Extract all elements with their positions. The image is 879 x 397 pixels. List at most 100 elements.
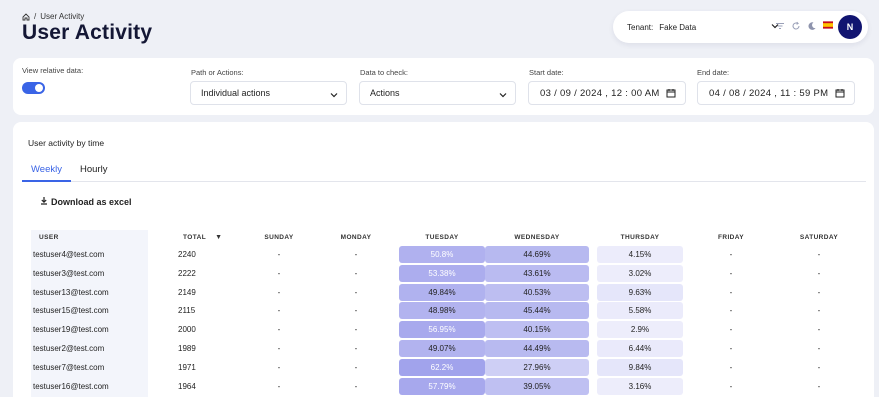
table-row: testuser4@test.com 2240 - - 50.8% 44.69% 4.15%…	[13, 246, 874, 265]
thu-cell: 2.9%	[597, 321, 683, 339]
data-check-value: Actions	[370, 88, 400, 98]
mon-cell: -	[354, 362, 358, 372]
header-saturday[interactable]: SATURDAY	[779, 234, 859, 241]
path-select[interactable]: Individual actions	[190, 81, 347, 105]
sun-cell: -	[277, 381, 281, 391]
fri-cell: -	[729, 287, 733, 297]
home-icon[interactable]	[22, 12, 30, 21]
sat-cell: -	[817, 362, 821, 372]
relative-data-label: View relative data:	[22, 66, 84, 75]
sat-cell: -	[817, 287, 821, 297]
fri-cell: -	[729, 381, 733, 391]
table-row: testuser3@test.com 2222 - - 53.38% 43.61% 3.02…	[13, 264, 874, 284]
tue-cell: 57.79%	[399, 377, 485, 395]
header-sunday[interactable]: SUNDAY	[248, 234, 310, 241]
table-row: testuser15@test.com 2115 - - 48.98% 45.44% 5.5…	[13, 302, 874, 321]
total-cell: 2240	[178, 250, 196, 259]
start-date-value: 03 / 09 / 2024 , 12 : 00 AM	[540, 87, 660, 99]
end-date-value: 04 / 08 / 2024 , 11 : 59 PM	[709, 87, 829, 99]
total-cell: 2222	[178, 268, 196, 278]
calendar-icon[interactable]	[666, 88, 676, 101]
table-row: testuser13@test.com 2149 - - 49.84% 40.53% 9.6…	[13, 283, 874, 303]
table-row: testuser2@test.com 1989 - - 49.07% 44.49% 6.44…	[13, 340, 874, 359]
sort-desc-icon[interactable]: ▼	[215, 234, 222, 241]
mon-cell: -	[354, 268, 358, 278]
filter-icon[interactable]	[775, 21, 785, 31]
sun-cell: -	[277, 344, 281, 353]
fri-cell: -	[729, 306, 733, 316]
tenant-select[interactable]: Tenant: Fake Data	[627, 18, 779, 36]
tue-cell: 48.98%	[399, 302, 485, 320]
avatar[interactable]: N	[838, 15, 862, 39]
sat-cell: -	[817, 250, 821, 259]
thu-cell: 4.15%	[597, 246, 683, 263]
wed-cell: 44.69%	[485, 246, 589, 263]
tenant-value: Fake Data	[659, 22, 697, 32]
mon-cell: -	[354, 306, 358, 316]
header-tuesday[interactable]: TUESDAY	[399, 234, 485, 241]
data-check-select[interactable]: Actions	[359, 81, 516, 105]
download-label: Download as excel	[51, 196, 132, 207]
end-date-input[interactable]: 04 / 08 / 2024 , 11 : 59 PM	[697, 81, 855, 105]
tabs: Weekly Hourly	[22, 156, 866, 182]
end-date-label: End date:	[697, 68, 730, 77]
mon-cell: -	[354, 344, 358, 353]
tab-weekly[interactable]: Weekly	[31, 164, 62, 175]
header-monday[interactable]: MONDAY	[325, 234, 387, 241]
tue-cell: 49.07%	[399, 340, 485, 357]
table-row: testuser19@test.com 2000 - - 56.95% 40.15% 2.9…	[13, 321, 874, 340]
header-user[interactable]: USER	[39, 234, 59, 241]
sun-cell: -	[277, 268, 281, 278]
breadcrumb: / User Activity	[22, 12, 84, 21]
toggle-knob	[35, 84, 43, 92]
total-cell: 2000	[178, 325, 196, 335]
user-cell: testuser15@test.com	[33, 306, 109, 316]
table-row: testuser16@test.com 1964 - - 57.79% 39.05% 3.1…	[13, 377, 874, 397]
header-wednesday[interactable]: WEDNESDAY	[485, 234, 589, 241]
panel-title: User activity by time	[28, 138, 105, 148]
spain-flag-icon[interactable]	[823, 21, 833, 31]
header-friday[interactable]: FRIDAY	[691, 234, 771, 241]
total-cell: 1964	[178, 381, 196, 391]
header-total-label: TOTAL	[183, 234, 206, 241]
chevron-down-icon	[330, 90, 338, 100]
relative-data-toggle[interactable]	[22, 82, 45, 94]
thu-cell: 9.84%	[597, 358, 683, 376]
start-date-input[interactable]: 03 / 09 / 2024 , 12 : 00 AM	[528, 81, 686, 105]
sat-cell: -	[817, 325, 821, 335]
chevron-down-icon	[499, 90, 507, 100]
sat-cell: -	[817, 344, 821, 353]
thu-cell: 3.02%	[597, 264, 683, 282]
download-icon	[40, 196, 48, 207]
thu-cell: 6.44%	[597, 340, 683, 357]
tue-cell: 62.2%	[399, 358, 485, 376]
user-cell: testuser7@test.com	[33, 362, 105, 372]
tenant-bar: Tenant: Fake Data N	[613, 11, 868, 43]
header-thursday[interactable]: THURSDAY	[597, 234, 683, 241]
user-cell: testuser2@test.com	[33, 344, 105, 353]
activity-panel: User activity by time Weekly Hourly Down…	[13, 122, 874, 397]
calendar-icon[interactable]	[835, 88, 845, 101]
breadcrumb-separator: /	[34, 12, 37, 21]
sun-cell: -	[277, 250, 281, 259]
tab-hourly[interactable]: Hourly	[80, 164, 107, 175]
refresh-icon[interactable]	[791, 21, 801, 31]
wed-cell: 44.49%	[485, 340, 589, 357]
wed-cell: 27.96%	[485, 358, 589, 376]
sun-cell: -	[277, 306, 281, 316]
mon-cell: -	[354, 250, 358, 259]
download-excel-button[interactable]: Download as excel	[40, 196, 132, 207]
breadcrumb-current: User Activity	[40, 12, 85, 21]
data-check-label: Data to check:	[360, 68, 408, 77]
sun-cell: -	[277, 287, 281, 297]
header-total[interactable]: TOTAL ▼	[183, 234, 223, 241]
thu-cell: 3.16%	[597, 377, 683, 395]
fri-cell: -	[729, 362, 733, 372]
page-title: User Activity	[22, 21, 153, 44]
table-row: testuser7@test.com 1971 - - 62.2% 27.96% 9.84%…	[13, 358, 874, 378]
total-cell: 1971	[178, 362, 196, 372]
moon-icon[interactable]	[807, 21, 817, 31]
user-cell: testuser19@test.com	[33, 325, 109, 335]
wed-cell: 39.05%	[485, 377, 589, 395]
thu-cell: 9.63%	[597, 283, 683, 301]
